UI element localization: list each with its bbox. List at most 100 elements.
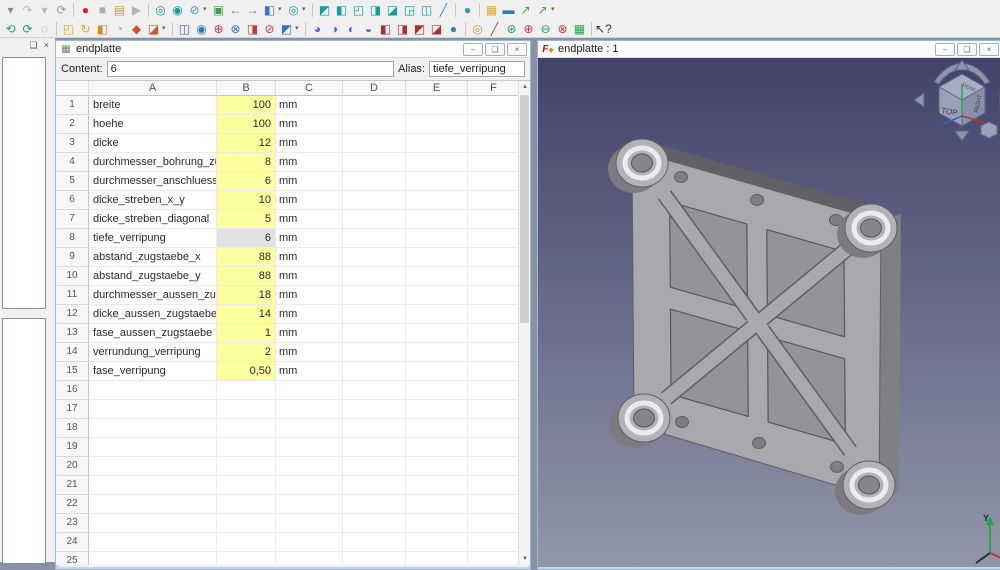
revolve-icon[interactable]: ↻ xyxy=(77,20,94,38)
cell-d22[interactable] xyxy=(343,495,406,514)
fit-selection-icon[interactable]: ▣ xyxy=(210,1,227,19)
content-input[interactable] xyxy=(106,61,395,77)
column-header-C[interactable]: C xyxy=(276,81,343,96)
cell-a25[interactable] xyxy=(89,552,217,565)
cell-d17[interactable] xyxy=(343,400,406,419)
zoom-tools-icon[interactable]: ◎ xyxy=(285,1,302,19)
solid-cut-icon[interactable]: ◨ xyxy=(394,20,411,38)
cell-f1[interactable] xyxy=(468,96,520,115)
boolean-union-icon[interactable]: ⊕ xyxy=(210,20,227,38)
view-minimize-button[interactable]: – xyxy=(935,42,955,56)
restore-button[interactable]: ❏ xyxy=(485,42,505,56)
cell-d16[interactable] xyxy=(343,381,406,400)
appearance-icon[interactable]: ◌ xyxy=(36,20,53,38)
cell-b15[interactable]: 0,50 xyxy=(217,362,276,381)
row-header-25[interactable]: 25 xyxy=(56,552,89,565)
cell-a6[interactable]: dicke_streben_x_y xyxy=(89,191,217,210)
row-header-16[interactable]: 16 xyxy=(56,381,89,400)
cell-a24[interactable] xyxy=(89,533,217,552)
row-header-20[interactable]: 20 xyxy=(56,457,89,476)
cell-b21[interactable] xyxy=(217,476,276,495)
cell-a17[interactable] xyxy=(89,400,217,419)
cell-d24[interactable] xyxy=(343,533,406,552)
row-header-12[interactable]: 12 xyxy=(56,305,89,324)
folder-icon[interactable]: ▬ xyxy=(500,1,517,19)
cell-d12[interactable] xyxy=(343,305,406,324)
cell-b7[interactable]: 5 xyxy=(217,210,276,229)
measure-icon[interactable]: ╱ xyxy=(435,1,452,19)
cell-d18[interactable] xyxy=(343,419,406,438)
cell-c13[interactable]: mm xyxy=(276,324,343,343)
cell-c18[interactable] xyxy=(276,419,343,438)
cell-a16[interactable] xyxy=(89,381,217,400)
cell-c3[interactable]: mm xyxy=(276,134,343,153)
cell-d1[interactable] xyxy=(343,96,406,115)
cell-b12[interactable]: 14 xyxy=(217,305,276,324)
spreadsheet-titlebar[interactable]: ▦ endplatte – ❏ × xyxy=(56,41,530,58)
cell-a8[interactable]: tiefe_verripung xyxy=(89,229,217,248)
cell-d7[interactable] xyxy=(343,210,406,229)
export-dropdown-icon-caret[interactable]: ▾ xyxy=(551,1,558,19)
cell-a11[interactable]: durchmesser_aussen_zugstaebe xyxy=(89,286,217,305)
cell-d8[interactable] xyxy=(343,229,406,248)
row-header-22[interactable]: 22 xyxy=(56,495,89,514)
minimize-button[interactable]: – xyxy=(463,42,483,56)
cell-e24[interactable] xyxy=(406,533,468,552)
cell-f5[interactable] xyxy=(468,172,520,191)
export-icon[interactable]: ↗ xyxy=(517,1,534,19)
rotate-left-icon[interactable]: ⟲ xyxy=(2,20,19,38)
macro-record-icon[interactable]: ● xyxy=(77,1,94,19)
fit-all-icon[interactable]: ◎ xyxy=(152,1,169,19)
axonometric-icon[interactable]: ◧ xyxy=(261,1,278,19)
view-right-icon[interactable]: ◨ xyxy=(367,1,384,19)
cell-c2[interactable]: mm xyxy=(276,115,343,134)
cell-e4[interactable] xyxy=(406,153,468,172)
cell-f19[interactable] xyxy=(468,438,520,457)
view-close-button[interactable]: × xyxy=(979,42,999,56)
ruled-surface-icon[interactable]: ◆ xyxy=(128,20,145,38)
row-header-13[interactable]: 13 xyxy=(56,324,89,343)
cell-b14[interactable]: 2 xyxy=(217,343,276,362)
cell-c4[interactable]: mm xyxy=(276,153,343,172)
cell-a19[interactable] xyxy=(89,438,217,457)
zoom-box-icon[interactable]: ◉ xyxy=(169,1,186,19)
cell-f21[interactable] xyxy=(468,476,520,495)
column-header-D[interactable]: D xyxy=(343,81,406,96)
cell-f15[interactable] xyxy=(468,362,520,381)
undo-dropdown-icon[interactable]: ▾ xyxy=(2,1,19,19)
cell-b11[interactable]: 18 xyxy=(217,286,276,305)
cell-d21[interactable] xyxy=(343,476,406,495)
cell-a23[interactable] xyxy=(89,514,217,533)
view-top-icon[interactable]: ◰ xyxy=(350,1,367,19)
cell-c24[interactable] xyxy=(276,533,343,552)
boolean-cut-icon[interactable]: ◉ xyxy=(193,20,210,38)
cell-e5[interactable] xyxy=(406,172,468,191)
redo-dropdown-icon[interactable]: ▾ xyxy=(36,1,53,19)
row-header-5[interactable]: 5 xyxy=(56,172,89,191)
boolean-common-icon[interactable]: ⊗ xyxy=(227,20,244,38)
cell-f3[interactable] xyxy=(468,134,520,153)
section-icon[interactable]: ◨ xyxy=(244,20,261,38)
cell-c23[interactable] xyxy=(276,514,343,533)
cell-d11[interactable] xyxy=(343,286,406,305)
cell-b19[interactable] xyxy=(217,438,276,457)
cell-a12[interactable]: dicke_aussen_zugstaebe xyxy=(89,305,217,324)
refine-shape-icon[interactable]: ⊛ xyxy=(503,20,520,38)
nav-mini-cube[interactable] xyxy=(980,121,998,139)
cell-e23[interactable] xyxy=(406,514,468,533)
cell-b13[interactable]: 1 xyxy=(217,324,276,343)
defeaturing-icon[interactable]: ╱ xyxy=(486,20,503,38)
cell-d13[interactable] xyxy=(343,324,406,343)
cell-e1[interactable] xyxy=(406,96,468,115)
row-header-19[interactable]: 19 xyxy=(56,438,89,457)
row-header-11[interactable]: 11 xyxy=(56,286,89,305)
row-header-2[interactable]: 2 xyxy=(56,115,89,134)
row-header-17[interactable]: 17 xyxy=(56,400,89,419)
cell-c19[interactable] xyxy=(276,438,343,457)
cell-e16[interactable] xyxy=(406,381,468,400)
cell-c25[interactable] xyxy=(276,552,343,565)
attach-icon[interactable]: ⊖ xyxy=(537,20,554,38)
cell-c1[interactable]: mm xyxy=(276,96,343,115)
cell-e21[interactable] xyxy=(406,476,468,495)
cell-d20[interactable] xyxy=(343,457,406,476)
